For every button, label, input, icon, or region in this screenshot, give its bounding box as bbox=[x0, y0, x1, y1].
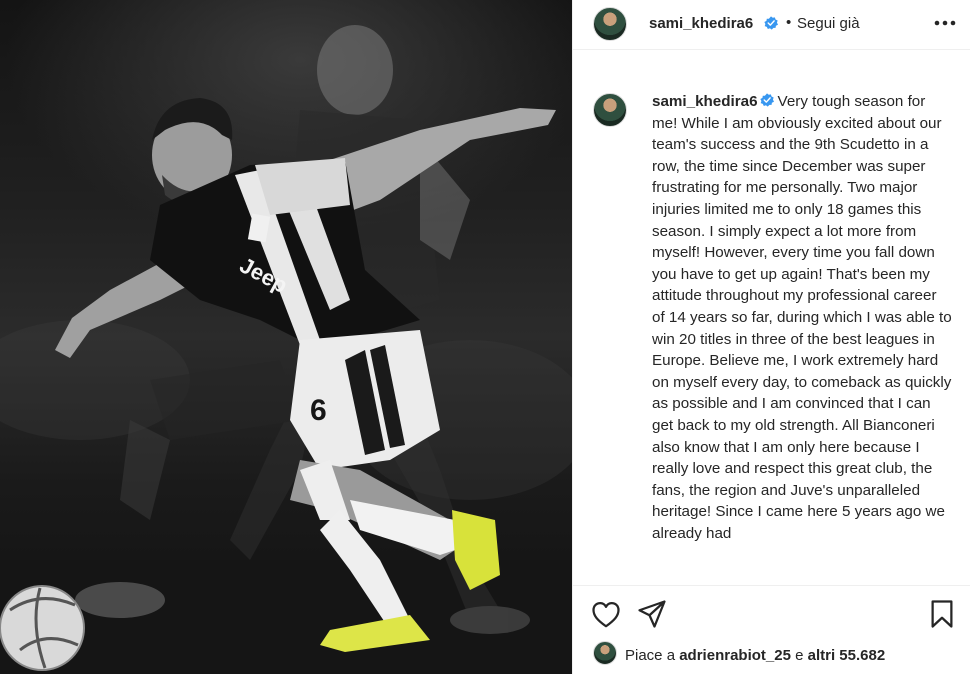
football-player-illustration: Jeep 6 bbox=[0, 25, 572, 674]
bookmark-icon[interactable] bbox=[927, 599, 957, 629]
caption-username[interactable]: sami_khedira6 bbox=[652, 93, 758, 110]
caption-body: Very tough season for me! While I am obv… bbox=[652, 93, 952, 542]
verified-badge-icon bbox=[759, 93, 774, 107]
post-header: sami_khedira6 • Segui già bbox=[573, 0, 970, 50]
following-status-button[interactable]: Segui già bbox=[797, 15, 860, 32]
post-photo[interactable]: Jeep 6 bbox=[0, 0, 572, 674]
post-sidebar: sami_khedira6 • Segui già sami_khedira6 … bbox=[572, 0, 970, 674]
avatar[interactable] bbox=[593, 7, 627, 41]
post-caption: sami_khedira6 Very tough season for me! … bbox=[652, 91, 952, 544]
header-username[interactable]: sami_khedira6 bbox=[649, 15, 753, 32]
separator-dot: • bbox=[786, 14, 792, 31]
likes-row: Piace a adrienrabiot_25 e altri 55.682 bbox=[573, 635, 970, 674]
action-bar bbox=[573, 585, 970, 635]
likes-and: e bbox=[795, 647, 804, 664]
liker-avatar[interactable] bbox=[593, 641, 617, 665]
likes-summary: Piace a adrienrabiot_25 e altri 55.682 bbox=[625, 647, 885, 664]
verified-badge-icon bbox=[764, 16, 778, 30]
heart-icon[interactable] bbox=[591, 600, 621, 630]
caption-area: sami_khedira6 Very tough season for me! … bbox=[573, 85, 970, 585]
more-options-button[interactable] bbox=[933, 8, 957, 38]
caption-avatar[interactable] bbox=[593, 93, 627, 127]
more-horizontal-icon bbox=[934, 20, 956, 26]
likes-count-link[interactable]: altri 55.682 bbox=[808, 647, 886, 664]
liker-username[interactable]: adrienrabiot_25 bbox=[679, 647, 791, 664]
likes-prefix: Piace a bbox=[625, 647, 676, 664]
jersey-number: 6 bbox=[310, 394, 327, 427]
soccer-ball bbox=[0, 585, 85, 671]
paper-plane-icon[interactable] bbox=[637, 599, 667, 629]
